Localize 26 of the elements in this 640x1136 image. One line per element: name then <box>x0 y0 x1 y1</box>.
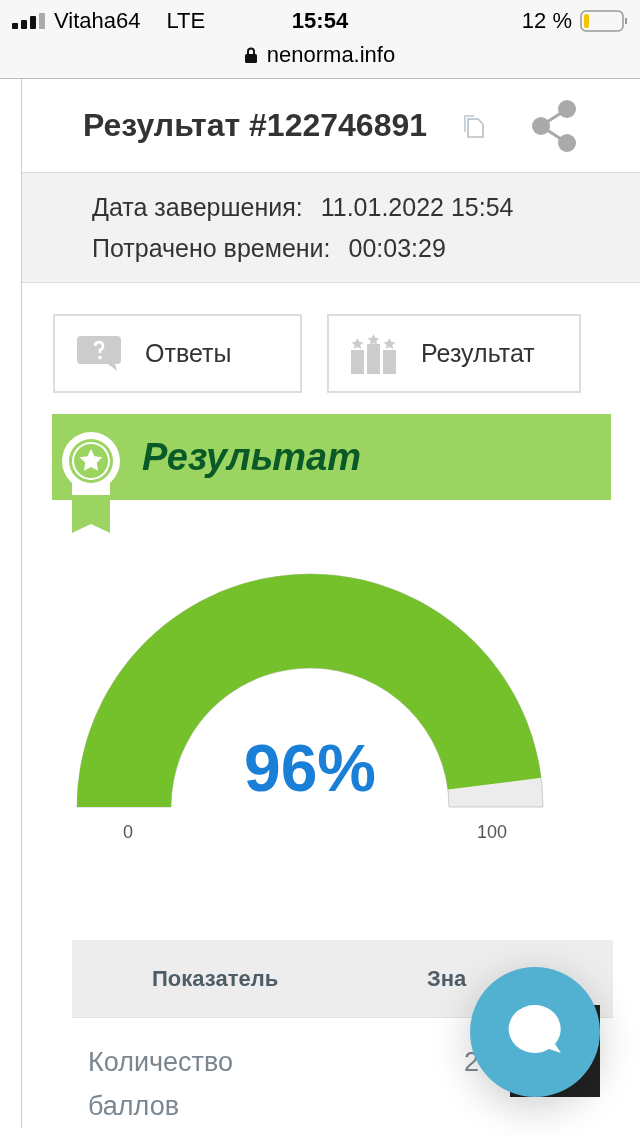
clock-time: 15:54 <box>291 8 349 34</box>
gauge-min-label: 0 <box>123 822 133 842</box>
gauge-value: 96% <box>243 731 377 805</box>
column-header: Показатель <box>152 965 280 992</box>
result-title: Результат #122746891 <box>83 107 427 144</box>
network-type: LTE <box>166 8 206 34</box>
result-button[interactable]: Результат <box>327 314 581 393</box>
column-header: Зна <box>427 965 467 992</box>
address-bar[interactable]: nenorma.info <box>0 42 640 68</box>
gauge-max-label: 100 <box>477 822 507 842</box>
answers-button[interactable]: Ответы <box>53 314 302 393</box>
battery-icon <box>580 10 628 32</box>
lock-icon <box>244 47 257 63</box>
info-value: 11.01.2022 15:54 <box>320 192 514 222</box>
banner-title: Результат <box>142 435 362 479</box>
copy-icon[interactable] <box>461 112 487 139</box>
question-bubble-icon <box>77 335 121 372</box>
carrier-name: Vitaha64 <box>54 8 141 34</box>
battery-percent: 12 % <box>521 8 572 34</box>
info-label: Потрачено времени: <box>92 233 331 263</box>
table-cell-text: Количество баллов <box>88 1046 234 1123</box>
podium-icon <box>351 333 397 374</box>
share-icon[interactable] <box>531 98 577 153</box>
info-label: Дата завершения: <box>92 192 303 222</box>
signal-icon <box>12 13 46 29</box>
info-value: 00:03:29 <box>348 233 446 263</box>
